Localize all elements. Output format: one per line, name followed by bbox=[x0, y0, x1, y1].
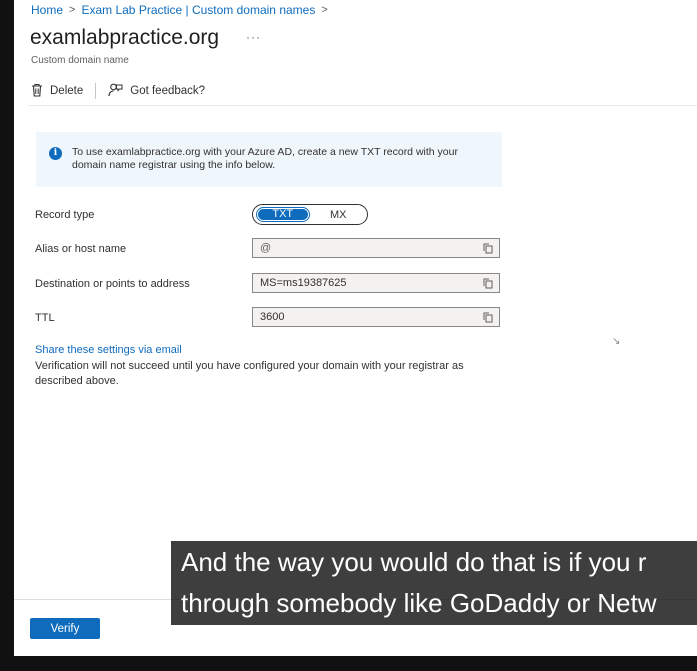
info-banner: i To use examlabpractice.org with your A… bbox=[36, 132, 502, 187]
ttl-label: TTL bbox=[35, 312, 55, 324]
more-options-icon[interactable]: ··· bbox=[246, 30, 261, 44]
bottom-bar bbox=[0, 656, 697, 671]
video-caption: And the way you would do that is if you … bbox=[171, 541, 697, 625]
verification-note: Verification will not succeed until you … bbox=[35, 360, 464, 387]
command-bar: Delete Got feedback? bbox=[31, 80, 205, 102]
trash-icon bbox=[31, 83, 43, 100]
feedback-person-icon bbox=[108, 82, 123, 100]
alias-field[interactable]: @ bbox=[252, 238, 500, 258]
info-message: To use examlabpractice.org with your Azu… bbox=[72, 146, 458, 171]
destination-value: MS=ms19387625 bbox=[260, 277, 347, 289]
mouse-cursor-icon: ↘ bbox=[612, 336, 621, 347]
alias-value: @ bbox=[260, 242, 272, 254]
copy-icon[interactable] bbox=[483, 312, 493, 326]
toolbar-divider bbox=[95, 83, 97, 99]
alias-label: Alias or host name bbox=[35, 243, 127, 255]
record-type-label: Record type bbox=[35, 209, 95, 221]
caption-line-1: And the way you would do that is if you … bbox=[181, 547, 647, 577]
copy-icon[interactable] bbox=[483, 278, 493, 292]
breadcrumb-home-link[interactable]: Home bbox=[31, 3, 63, 17]
page-subtitle: Custom domain name bbox=[31, 55, 129, 66]
destination-label: Destination or points to address bbox=[35, 278, 190, 290]
record-type-mx-option[interactable]: MX bbox=[310, 209, 367, 221]
page-title: examlabpractice.org bbox=[30, 26, 220, 49]
breadcrumb: Home > Exam Lab Practice | Custom domain… bbox=[31, 3, 334, 17]
record-type-toggle[interactable]: TXT MX bbox=[252, 204, 368, 225]
copy-icon[interactable] bbox=[483, 243, 493, 257]
destination-field[interactable]: MS=ms19387625 bbox=[252, 273, 500, 293]
delete-label: Delete bbox=[50, 85, 84, 97]
share-settings-link[interactable]: Share these settings via email bbox=[35, 344, 182, 356]
ttl-value: 3600 bbox=[260, 311, 285, 323]
breadcrumb-custom-domains-link[interactable]: Exam Lab Practice | Custom domain names bbox=[81, 3, 315, 17]
caption-line-2: through somebody like GoDaddy or Netw bbox=[181, 588, 657, 618]
info-icon: i bbox=[49, 147, 62, 160]
toolbar-divider-line bbox=[28, 105, 697, 106]
feedback-button[interactable]: Got feedback? bbox=[108, 82, 205, 100]
record-type-txt-option[interactable]: TXT bbox=[256, 207, 310, 222]
verify-button[interactable]: Verify bbox=[30, 618, 100, 639]
chevron-right-icon: > bbox=[69, 4, 76, 16]
ttl-field[interactable]: 3600 bbox=[252, 307, 500, 327]
delete-button[interactable]: Delete bbox=[31, 83, 83, 100]
chevron-right-icon: > bbox=[321, 4, 328, 16]
feedback-label: Got feedback? bbox=[130, 85, 206, 97]
